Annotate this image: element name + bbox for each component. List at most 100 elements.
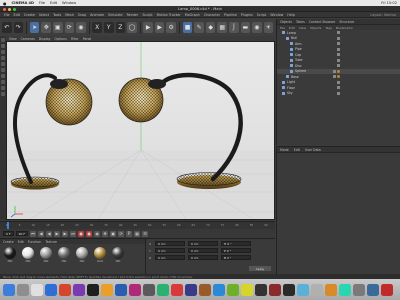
close-window-button[interactable]: [3, 7, 6, 11]
position-x-field[interactable]: 0 cm: [155, 241, 185, 246]
tab-structure[interactable]: Structure: [339, 20, 354, 24]
go-to-start-icon[interactable]: ⏮: [30, 230, 37, 237]
object-name[interactable]: Cap: [295, 53, 301, 57]
dock-app-icon[interactable]: [227, 283, 239, 296]
start-frame-field[interactable]: 0 F: [3, 231, 14, 236]
rotation-b-field[interactable]: B 0 °: [221, 255, 251, 260]
menu-item-render[interactable]: Render: [127, 13, 139, 17]
dock-app-icon[interactable]: [269, 283, 281, 296]
dock-app-icon[interactable]: [157, 283, 169, 296]
visibility-dot-icon[interactable]: [337, 64, 340, 68]
perspective-viewport[interactable]: [6, 41, 275, 220]
menu-item-character[interactable]: Character: [204, 13, 220, 17]
visibility-dot-icon[interactable]: [337, 31, 340, 35]
edges-mode-icon[interactable]: [1, 62, 5, 66]
rotation-key-icon[interactable]: ⟳: [118, 230, 125, 237]
viewport-menu-panel[interactable]: Panel: [83, 37, 92, 41]
menu-item-animate[interactable]: Animate: [90, 13, 104, 17]
dock-app-icon[interactable]: [297, 283, 309, 296]
menu-item-motion-tracker[interactable]: Motion Tracker: [157, 13, 181, 17]
object-row[interactable]: Sky: [277, 91, 400, 97]
material-menu-edit[interactable]: Edit: [18, 240, 24, 244]
dock-app-icon[interactable]: [283, 283, 295, 296]
visibility-dot-icon[interactable]: [337, 42, 340, 46]
material-swatch[interactable]: Mat: [39, 247, 53, 263]
menu-item-edit[interactable]: Edit: [14, 13, 20, 17]
array-icon[interactable]: ▦: [217, 22, 227, 33]
polygons-mode-icon[interactable]: [1, 68, 5, 72]
material-swatch[interactable]: Mat: [21, 247, 35, 263]
points-mode-icon[interactable]: [1, 56, 5, 60]
object-menu-bookmarks[interactable]: Bookmarks: [336, 26, 353, 30]
viewport-menu-filter[interactable]: Filter: [71, 37, 79, 41]
play-backwards-icon[interactable]: ◀: [46, 230, 53, 237]
move-tool-icon[interactable]: ✥: [41, 22, 51, 33]
live-selection-icon[interactable]: ➤: [29, 22, 40, 33]
dock-app-icon[interactable]: [3, 283, 15, 296]
menu-item-window[interactable]: Window: [270, 13, 283, 17]
dock-app-icon[interactable]: [325, 283, 337, 296]
parameter-key-icon[interactable]: P: [126, 230, 133, 237]
visibility-dot-icon[interactable]: [333, 69, 336, 73]
material-tag-icon[interactable]: [337, 75, 340, 79]
attribute-menu-user-data[interactable]: User Data: [305, 148, 321, 152]
object-menu-edit[interactable]: Edit: [289, 26, 295, 30]
material-swatch[interactable]: Gold: [93, 247, 107, 263]
object-menu-objects[interactable]: Objects: [310, 26, 321, 30]
scale-key-icon[interactable]: ▣: [110, 230, 117, 237]
object-name[interactable]: Sky: [287, 91, 293, 95]
minimize-window-button[interactable]: [8, 7, 11, 11]
menubar-item-edit[interactable]: Edit: [50, 1, 57, 5]
menu-item-sculpt[interactable]: Sculpt: [142, 13, 152, 17]
menu-item-mesh[interactable]: Mesh: [65, 13, 74, 17]
render-view-icon[interactable]: ▶: [143, 22, 153, 33]
size-z-field[interactable]: 0 cm: [188, 255, 218, 260]
menu-item-simulate[interactable]: Simulate: [108, 13, 123, 17]
object-name[interactable]: Pipe: [295, 47, 302, 51]
render-picture-viewer-icon[interactable]: ▶: [154, 22, 165, 33]
tab-content-browser[interactable]: Content Browser: [309, 20, 336, 24]
size-y-field[interactable]: 0 cm: [188, 248, 218, 253]
redo-icon[interactable]: ↷: [13, 22, 24, 33]
rotate-tool-icon[interactable]: ⟳: [64, 22, 75, 33]
play-icon[interactable]: ▶: [54, 230, 61, 237]
viewport-menu-display[interactable]: Display: [39, 37, 51, 41]
menu-item-plugins[interactable]: Plugins: [241, 13, 253, 17]
lock-workplane-icon[interactable]: [1, 92, 5, 96]
object-name[interactable]: Floor: [287, 86, 295, 90]
dock-app-icon[interactable]: [255, 283, 267, 296]
rotation-p-field[interactable]: P 0 °: [221, 248, 251, 253]
position-key-icon[interactable]: ✥: [102, 230, 109, 237]
zoom-window-button[interactable]: [13, 7, 16, 11]
material-swatch[interactable]: Mat: [57, 247, 71, 263]
model-mode-icon[interactable]: [1, 38, 5, 42]
undo-icon[interactable]: ↶: [2, 22, 12, 33]
dock-app-icon[interactable]: [129, 283, 141, 296]
dock-app-icon[interactable]: [185, 283, 197, 296]
object-name[interactable]: Arm: [295, 42, 302, 46]
recent-tools-icon[interactable]: ◉: [76, 22, 86, 33]
menu-item-pipeline[interactable]: Pipeline: [224, 13, 237, 17]
dock-app-icon[interactable]: [353, 283, 365, 296]
dock-app-icon[interactable]: [199, 283, 211, 296]
dock-app-icon[interactable]: [59, 283, 71, 296]
workplane-icon[interactable]: [1, 50, 5, 54]
menubar-item-window[interactable]: Window: [62, 1, 76, 5]
menu-item-select[interactable]: Select: [39, 13, 49, 17]
dock-app-icon[interactable]: [45, 283, 57, 296]
bend-deformer-icon[interactable]: ⌡: [229, 22, 239, 33]
visibility-dot-icon[interactable]: [333, 75, 336, 79]
dock-app-icon[interactable]: [17, 283, 29, 296]
dock-app-icon[interactable]: [101, 283, 113, 296]
x-axis-lock-icon[interactable]: X: [92, 22, 102, 33]
next-key-icon[interactable]: ▶: [62, 230, 69, 237]
end-frame-field[interactable]: 90 F: [15, 231, 29, 236]
object-menu-file[interactable]: File: [280, 26, 285, 30]
material-menu-texture[interactable]: Texture: [45, 240, 57, 244]
menu-item-file[interactable]: File: [4, 13, 10, 17]
visibility-dot-icon[interactable]: [337, 36, 340, 40]
menubar-item-file[interactable]: File: [39, 1, 45, 5]
viewport-menu-cameras[interactable]: Cameras: [21, 37, 35, 41]
visibility-dot-icon[interactable]: [337, 86, 340, 90]
tab-objects[interactable]: Objects: [280, 20, 292, 24]
